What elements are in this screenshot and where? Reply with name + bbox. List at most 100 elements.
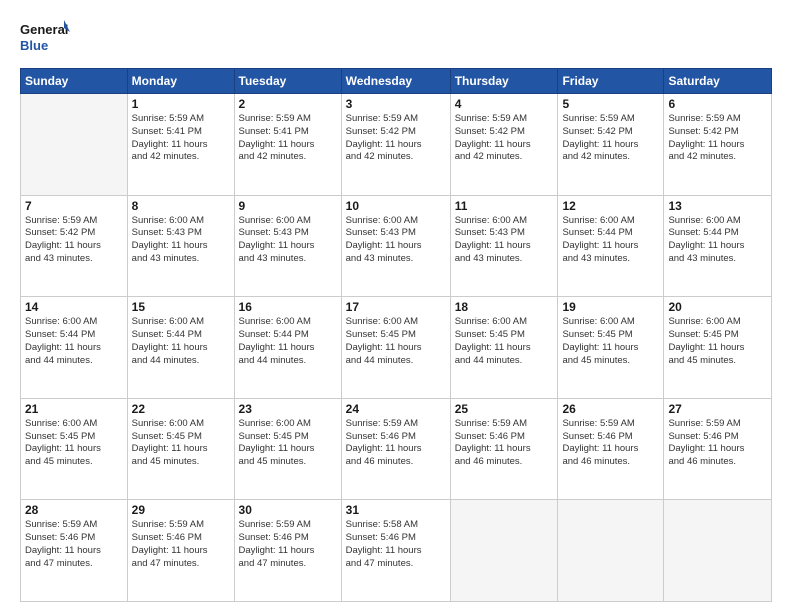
day-info: Sunrise: 5:59 AM Sunset: 5:42 PM Dayligh…: [668, 113, 767, 164]
daylight-minutes: and 43 minutes.: [455, 253, 523, 264]
sunset-label: Sunset: 5:41 PM: [132, 126, 202, 137]
sunset-label: Sunset: 5:44 PM: [668, 227, 738, 238]
sunrise-label: Sunrise: 6:00 AM: [239, 316, 311, 327]
sunset-label: Sunset: 5:46 PM: [239, 532, 309, 543]
calendar-cell: 5 Sunrise: 5:59 AM Sunset: 5:42 PM Dayli…: [558, 94, 664, 196]
calendar-cell: 16 Sunrise: 6:00 AM Sunset: 5:44 PM Dayl…: [234, 297, 341, 399]
daylight-label: Daylight: 11 hours: [346, 240, 422, 251]
sunrise-label: Sunrise: 5:58 AM: [346, 519, 418, 530]
day-info: Sunrise: 6:00 AM Sunset: 5:45 PM Dayligh…: [132, 418, 230, 469]
day-info: Sunrise: 6:00 AM Sunset: 5:44 PM Dayligh…: [132, 316, 230, 367]
calendar-cell: 10 Sunrise: 6:00 AM Sunset: 5:43 PM Dayl…: [341, 195, 450, 297]
day-info: Sunrise: 5:59 AM Sunset: 5:46 PM Dayligh…: [25, 519, 123, 570]
calendar-table: SundayMondayTuesdayWednesdayThursdayFrid…: [20, 68, 772, 602]
daylight-label: Daylight: 11 hours: [668, 342, 744, 353]
sunrise-label: Sunrise: 6:00 AM: [25, 316, 97, 327]
sunset-label: Sunset: 5:45 PM: [25, 431, 95, 442]
daylight-minutes: and 45 minutes.: [25, 456, 93, 467]
calendar-cell: 15 Sunrise: 6:00 AM Sunset: 5:44 PM Dayl…: [127, 297, 234, 399]
day-info: Sunrise: 5:59 AM Sunset: 5:46 PM Dayligh…: [668, 418, 767, 469]
day-number: 16: [239, 300, 337, 314]
daylight-label: Daylight: 11 hours: [562, 139, 638, 150]
day-info: Sunrise: 6:00 AM Sunset: 5:43 PM Dayligh…: [239, 215, 337, 266]
sunrise-label: Sunrise: 6:00 AM: [562, 215, 634, 226]
daylight-label: Daylight: 11 hours: [346, 139, 422, 150]
calendar-cell: 29 Sunrise: 5:59 AM Sunset: 5:46 PM Dayl…: [127, 500, 234, 602]
calendar-cell: 3 Sunrise: 5:59 AM Sunset: 5:42 PM Dayli…: [341, 94, 450, 196]
day-number: 31: [346, 503, 446, 517]
daylight-label: Daylight: 11 hours: [132, 240, 208, 251]
calendar-cell: 30 Sunrise: 5:59 AM Sunset: 5:46 PM Dayl…: [234, 500, 341, 602]
daylight-label: Daylight: 11 hours: [25, 443, 101, 454]
daylight-minutes: and 45 minutes.: [668, 355, 736, 366]
sunrise-label: Sunrise: 5:59 AM: [132, 113, 204, 124]
sunset-label: Sunset: 5:46 PM: [132, 532, 202, 543]
daylight-minutes: and 42 minutes.: [239, 151, 307, 162]
day-info: Sunrise: 6:00 AM Sunset: 5:45 PM Dayligh…: [668, 316, 767, 367]
daylight-minutes: and 47 minutes.: [346, 558, 414, 569]
day-number: 21: [25, 402, 123, 416]
day-number: 30: [239, 503, 337, 517]
calendar-cell: [450, 500, 558, 602]
day-info: Sunrise: 6:00 AM Sunset: 5:45 PM Dayligh…: [239, 418, 337, 469]
calendar-cell: 12 Sunrise: 6:00 AM Sunset: 5:44 PM Dayl…: [558, 195, 664, 297]
calendar-cell: 25 Sunrise: 5:59 AM Sunset: 5:46 PM Dayl…: [450, 398, 558, 500]
daylight-label: Daylight: 11 hours: [346, 443, 422, 454]
sunset-label: Sunset: 5:45 PM: [562, 329, 632, 340]
day-info: Sunrise: 5:59 AM Sunset: 5:42 PM Dayligh…: [455, 113, 554, 164]
sunrise-label: Sunrise: 6:00 AM: [132, 316, 204, 327]
daylight-label: Daylight: 11 hours: [132, 545, 208, 556]
day-number: 2: [239, 97, 337, 111]
sunset-label: Sunset: 5:43 PM: [239, 227, 309, 238]
day-number: 17: [346, 300, 446, 314]
daylight-label: Daylight: 11 hours: [346, 545, 422, 556]
week-row-3: 21 Sunrise: 6:00 AM Sunset: 5:45 PM Dayl…: [21, 398, 772, 500]
sunset-label: Sunset: 5:44 PM: [562, 227, 632, 238]
sunrise-label: Sunrise: 5:59 AM: [132, 519, 204, 530]
day-number: 4: [455, 97, 554, 111]
day-number: 8: [132, 199, 230, 213]
calendar-cell: 18 Sunrise: 6:00 AM Sunset: 5:45 PM Dayl…: [450, 297, 558, 399]
day-number: 22: [132, 402, 230, 416]
daylight-minutes: and 45 minutes.: [132, 456, 200, 467]
daylight-label: Daylight: 11 hours: [25, 342, 101, 353]
calendar-cell: 8 Sunrise: 6:00 AM Sunset: 5:43 PM Dayli…: [127, 195, 234, 297]
sunrise-label: Sunrise: 6:00 AM: [25, 418, 97, 429]
daylight-minutes: and 44 minutes.: [346, 355, 414, 366]
day-number: 7: [25, 199, 123, 213]
sunset-label: Sunset: 5:42 PM: [25, 227, 95, 238]
sunrise-label: Sunrise: 5:59 AM: [25, 519, 97, 530]
sunset-label: Sunset: 5:46 PM: [346, 532, 416, 543]
sunset-label: Sunset: 5:46 PM: [455, 431, 525, 442]
sunset-label: Sunset: 5:44 PM: [239, 329, 309, 340]
sunset-label: Sunset: 5:42 PM: [562, 126, 632, 137]
day-info: Sunrise: 5:59 AM Sunset: 5:46 PM Dayligh…: [132, 519, 230, 570]
sunrise-label: Sunrise: 5:59 AM: [668, 418, 740, 429]
sunset-label: Sunset: 5:45 PM: [346, 329, 416, 340]
sunrise-label: Sunrise: 6:00 AM: [455, 316, 527, 327]
sunset-label: Sunset: 5:43 PM: [132, 227, 202, 238]
day-number: 13: [668, 199, 767, 213]
day-info: Sunrise: 6:00 AM Sunset: 5:44 PM Dayligh…: [668, 215, 767, 266]
daylight-minutes: and 47 minutes.: [239, 558, 307, 569]
calendar-cell: 6 Sunrise: 5:59 AM Sunset: 5:42 PM Dayli…: [664, 94, 772, 196]
daylight-label: Daylight: 11 hours: [25, 545, 101, 556]
calendar-cell: 27 Sunrise: 5:59 AM Sunset: 5:46 PM Dayl…: [664, 398, 772, 500]
day-number: 18: [455, 300, 554, 314]
day-number: 12: [562, 199, 659, 213]
sunset-label: Sunset: 5:42 PM: [346, 126, 416, 137]
daylight-label: Daylight: 11 hours: [239, 139, 315, 150]
daylight-minutes: and 45 minutes.: [239, 456, 307, 467]
svg-text:Blue: Blue: [20, 38, 48, 53]
sunrise-label: Sunrise: 5:59 AM: [346, 113, 418, 124]
daylight-minutes: and 44 minutes.: [25, 355, 93, 366]
sunset-label: Sunset: 5:46 PM: [668, 431, 738, 442]
daylight-label: Daylight: 11 hours: [239, 545, 315, 556]
day-info: Sunrise: 6:00 AM Sunset: 5:44 PM Dayligh…: [562, 215, 659, 266]
daylight-minutes: and 47 minutes.: [25, 558, 93, 569]
sunrise-label: Sunrise: 5:59 AM: [239, 519, 311, 530]
sunset-label: Sunset: 5:45 PM: [239, 431, 309, 442]
daylight-minutes: and 44 minutes.: [132, 355, 200, 366]
day-number: 19: [562, 300, 659, 314]
day-info: Sunrise: 6:00 AM Sunset: 5:45 PM Dayligh…: [25, 418, 123, 469]
